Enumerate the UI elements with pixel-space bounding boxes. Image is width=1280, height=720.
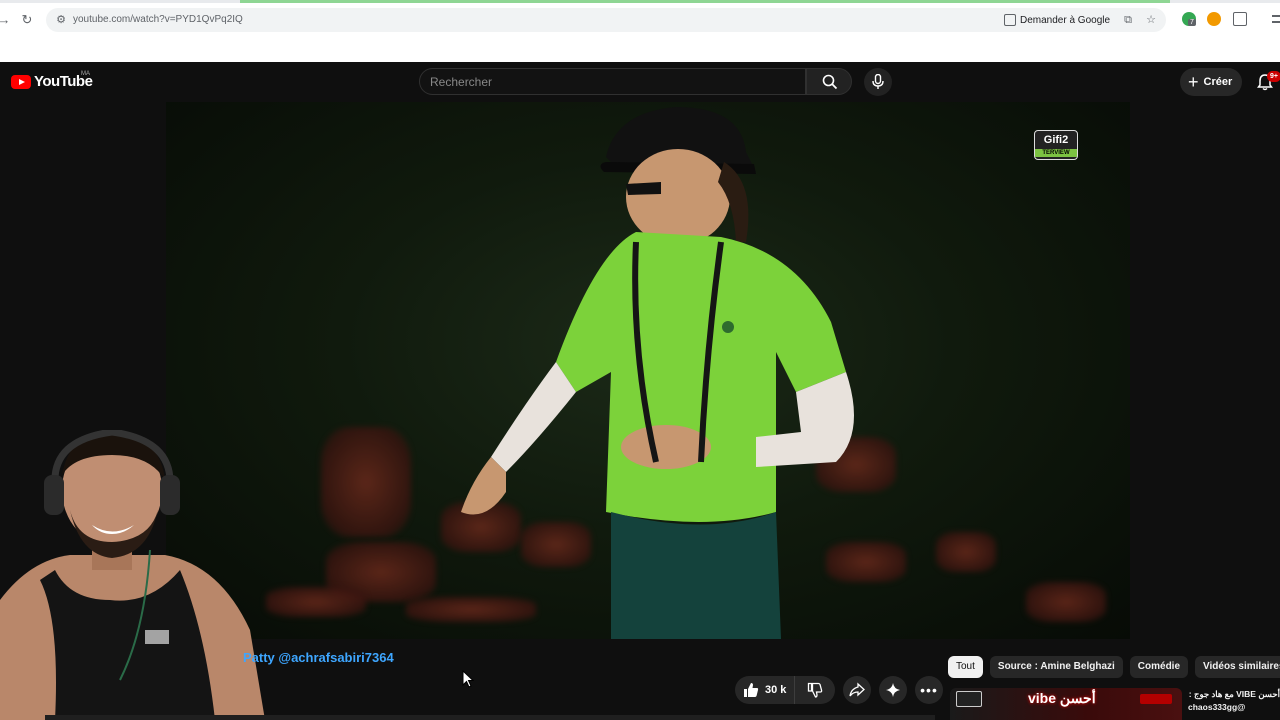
youtube-play-icon bbox=[11, 74, 31, 89]
like-dislike-group: 30 k bbox=[735, 676, 835, 704]
ask-ai-button[interactable] bbox=[879, 676, 907, 704]
ask-google-label: Demander à Google bbox=[1020, 14, 1111, 26]
thumbnail-text: vibe أحسن bbox=[1028, 690, 1096, 706]
webcam-overlay bbox=[0, 430, 265, 720]
install-app-icon[interactable]: ⧉ bbox=[1121, 13, 1135, 27]
video-actions: 30 k ••• bbox=[735, 676, 943, 704]
sparkle-icon bbox=[886, 683, 900, 697]
forward-icon[interactable]: → bbox=[0, 12, 12, 28]
plus-icon: + bbox=[1188, 72, 1199, 92]
share-button[interactable] bbox=[843, 676, 871, 704]
youtube-header: YouTube MA + Créer 9+ bbox=[0, 62, 1280, 102]
google-lens-icon bbox=[1004, 14, 1016, 26]
menu-icon[interactable] bbox=[1272, 15, 1280, 23]
browser-toolbar: → ↻ ⚙ youtube.com/watch?v=PYD1QvPq2IQ De… bbox=[0, 0, 1280, 62]
watermark-subtext: TERVIEW bbox=[1035, 149, 1077, 157]
dislike-button[interactable] bbox=[795, 676, 835, 704]
video-player[interactable]: Gifi2 TERVIEW bbox=[166, 102, 1130, 639]
chip-tout[interactable]: Tout bbox=[948, 656, 983, 678]
search-button[interactable] bbox=[806, 68, 852, 95]
microphone-icon bbox=[872, 74, 884, 89]
search-box[interactable] bbox=[419, 68, 806, 95]
search-input[interactable] bbox=[430, 73, 790, 91]
mouse-cursor-icon bbox=[462, 670, 474, 688]
watermark-text: Gifi2 bbox=[1043, 134, 1069, 146]
recommended-video-thumbnail[interactable]: vibe أحسن bbox=[950, 688, 1182, 720]
streamer-figure bbox=[0, 430, 265, 720]
thumbnail-logo bbox=[956, 691, 982, 707]
notification-count-badge: 9+ bbox=[1267, 71, 1280, 82]
bookmark-star-icon[interactable]: ☆ bbox=[1144, 13, 1158, 27]
country-code: MA bbox=[81, 71, 90, 77]
more-actions-button[interactable]: ••• bbox=[915, 676, 943, 704]
search-icon bbox=[822, 74, 838, 90]
chip-comedie[interactable]: Comédie bbox=[1129, 656, 1189, 678]
url-text[interactable]: youtube.com/watch?v=PYD1QvPq2IQ bbox=[73, 13, 243, 27]
share-icon bbox=[849, 682, 865, 697]
recommended-video-channel[interactable]: chaos333gg@ bbox=[1188, 702, 1245, 712]
thumbnail-tag bbox=[1140, 694, 1172, 704]
recommended-video-title[interactable]: أحسن VIBE مع هاد جوج : bbox=[1188, 688, 1280, 701]
like-count: 30 k bbox=[765, 684, 787, 696]
chip-similar-videos[interactable]: Vidéos similaires bbox=[1195, 656, 1280, 678]
channel-watermark: Gifi2 TERVIEW bbox=[1034, 130, 1078, 160]
thumbs-up-icon bbox=[744, 683, 759, 697]
more-horizontal-icon: ••• bbox=[920, 682, 938, 698]
video-performer bbox=[461, 107, 854, 639]
channel-mention[interactable]: Patty @achrafsabiri7364 bbox=[243, 650, 394, 665]
thumbs-down-icon bbox=[807, 682, 823, 698]
reload-icon[interactable]: ↻ bbox=[19, 12, 35, 28]
extension-badge: 7 bbox=[1188, 19, 1196, 26]
extension-icon[interactable] bbox=[1207, 12, 1221, 26]
page-load-indicator bbox=[0, 0, 1280, 3]
voice-search-button[interactable] bbox=[864, 68, 892, 96]
ask-google-button[interactable]: Demander à Google bbox=[1004, 11, 1110, 29]
like-button[interactable]: 30 k bbox=[735, 676, 795, 704]
player-progress-bar[interactable] bbox=[45, 715, 935, 720]
recommendation-filter-chips: Tout Source : Amine Belghazi Comédie Vid… bbox=[948, 656, 1280, 678]
site-info-icon[interactable]: ⚙ bbox=[54, 13, 68, 27]
create-label: Créer bbox=[1203, 76, 1233, 88]
extensions-puzzle-icon[interactable] bbox=[1233, 12, 1247, 26]
create-button[interactable]: + Créer bbox=[1180, 68, 1242, 96]
chip-source[interactable]: Source : Amine Belghazi bbox=[989, 656, 1123, 678]
address-bar[interactable]: ⚙ youtube.com/watch?v=PYD1QvPq2IQ Demand… bbox=[46, 8, 1166, 32]
